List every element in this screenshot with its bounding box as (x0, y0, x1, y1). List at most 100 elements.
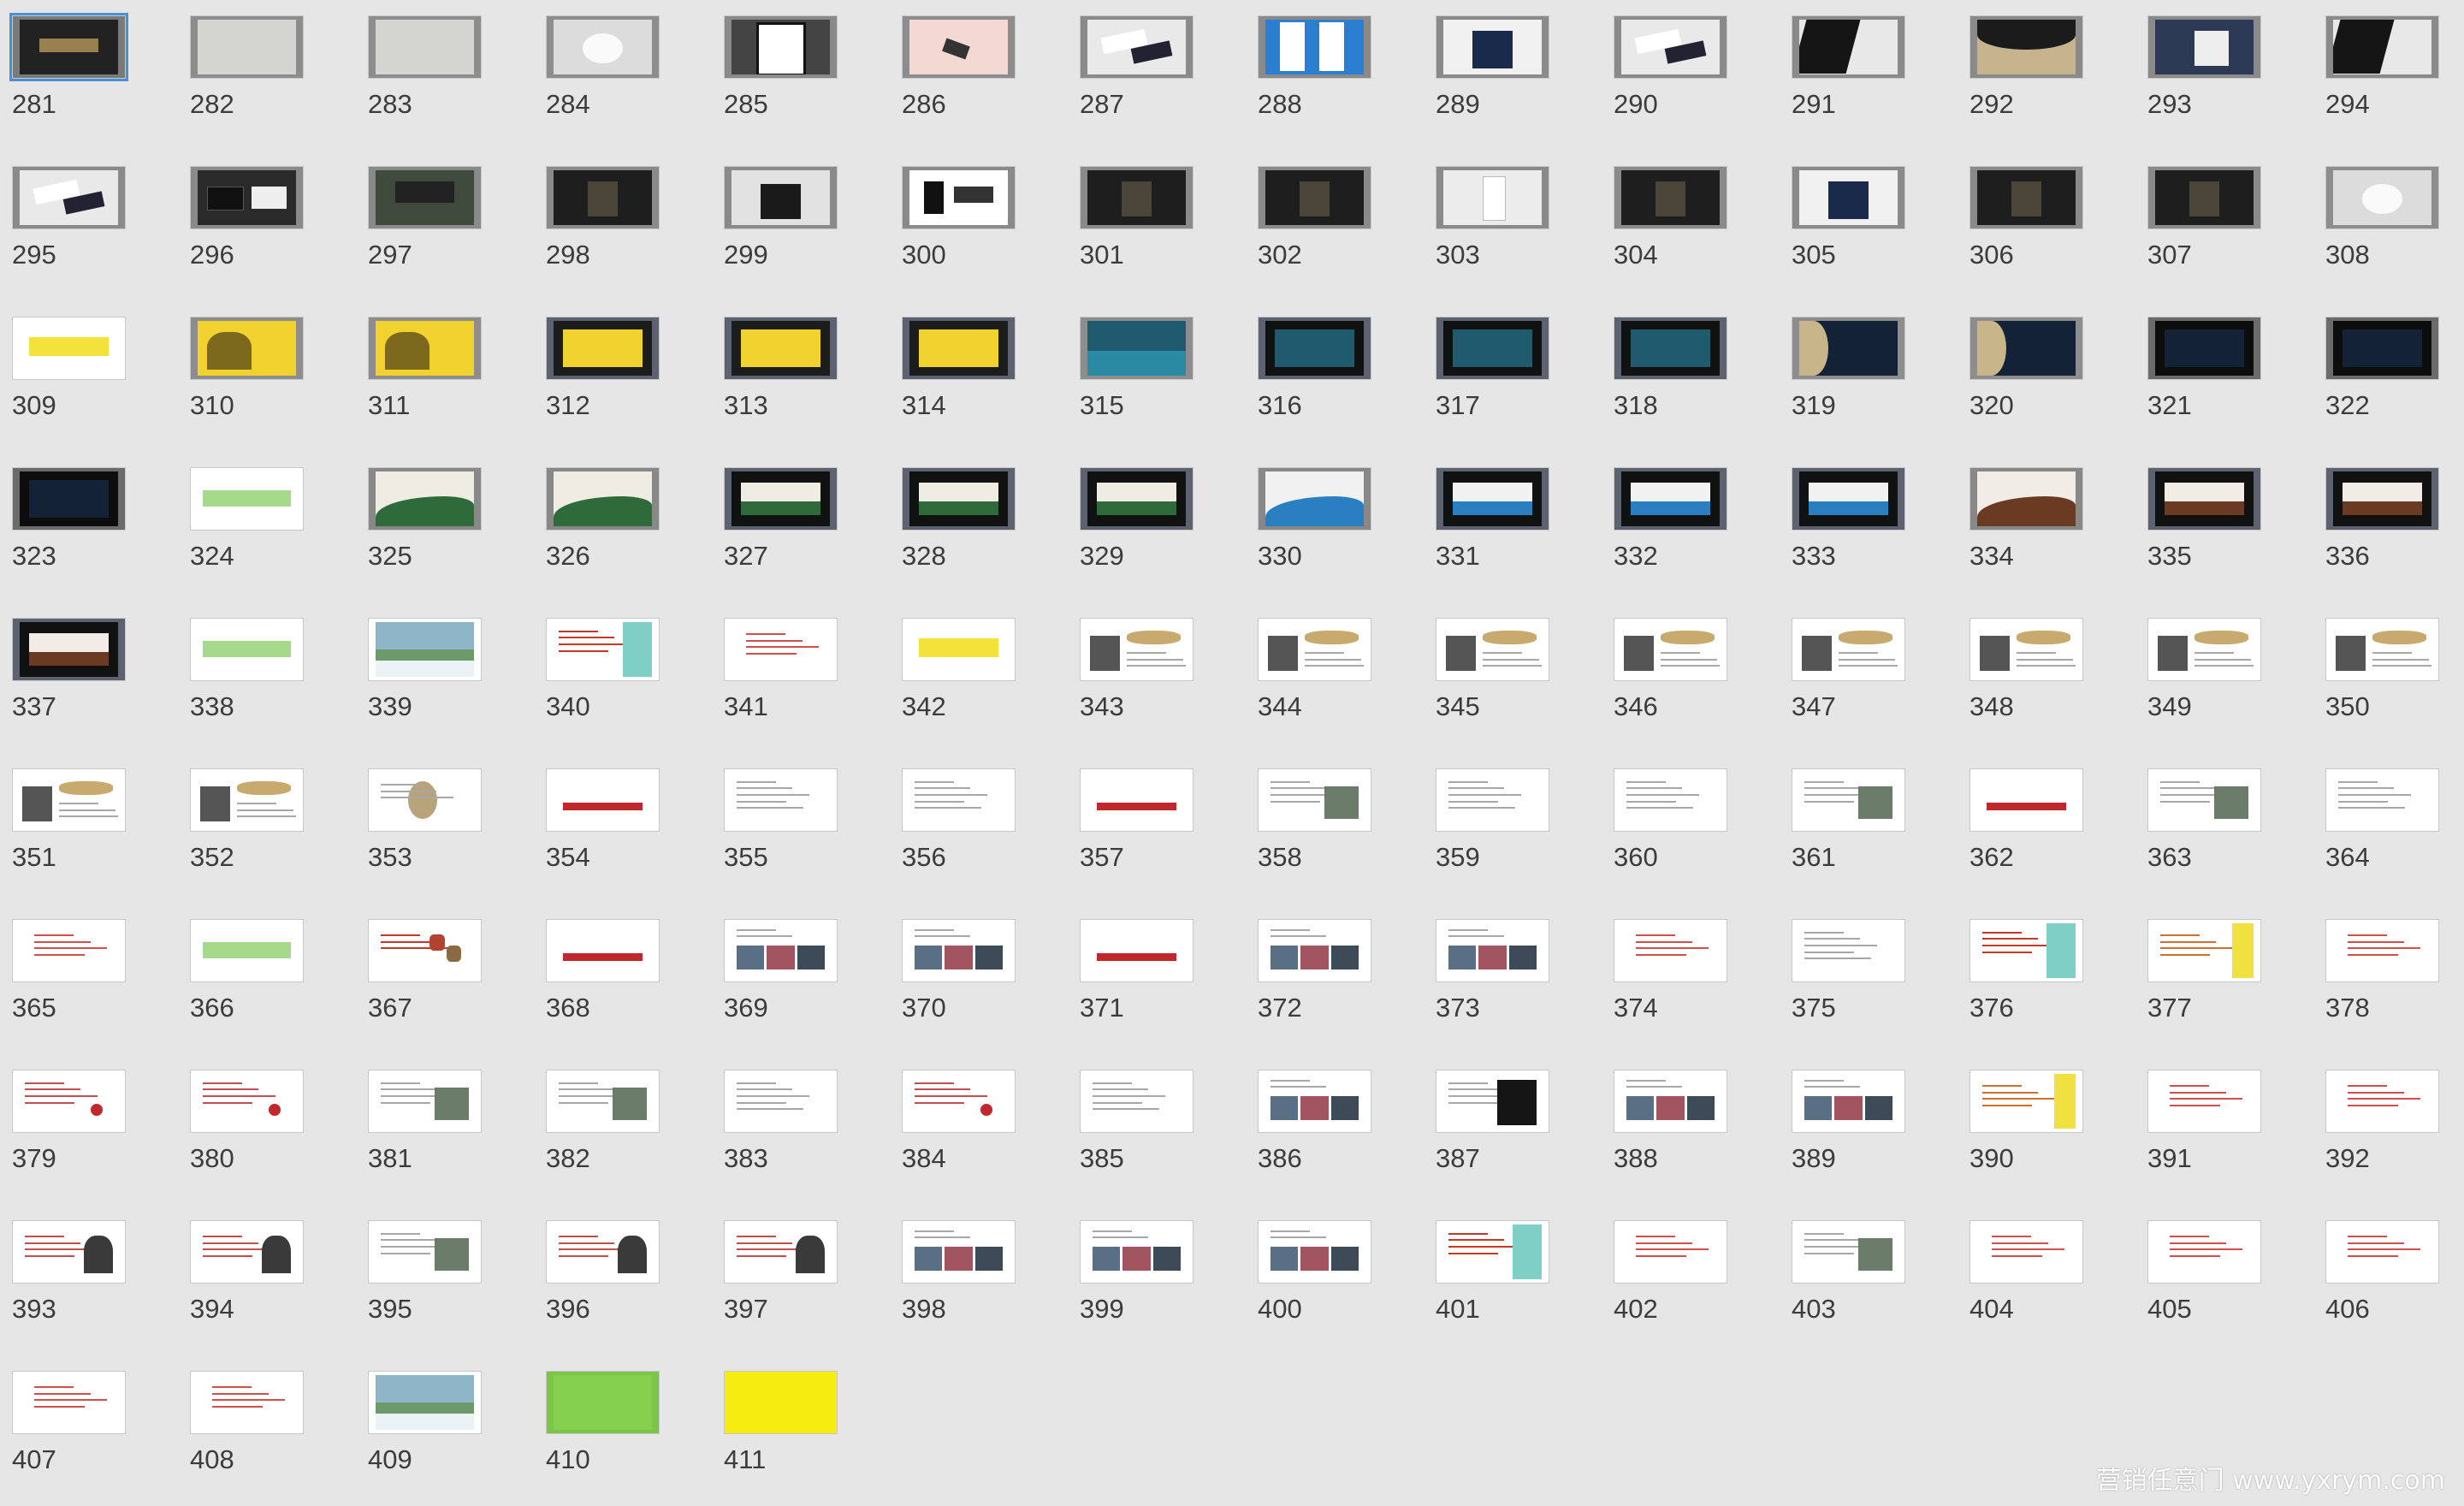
slide-thumbnail[interactable]: 372 (1246, 904, 1424, 1054)
slide-preview-image[interactable] (2325, 166, 2439, 229)
slide-preview-image[interactable] (1436, 618, 1549, 681)
slide-preview-image[interactable] (2325, 317, 2439, 380)
slide-preview-image[interactable] (1436, 1220, 1549, 1284)
slide-preview-image[interactable] (368, 467, 482, 531)
slide-preview-image[interactable] (1969, 1220, 2083, 1284)
slide-thumbnail[interactable]: 324 (178, 452, 356, 602)
slide-preview-image[interactable] (2325, 15, 2439, 79)
slide-thumbnail[interactable]: 332 (1602, 452, 1780, 602)
slide-preview-image[interactable] (902, 467, 1016, 531)
slide-thumbnail[interactable]: 288 (1246, 0, 1424, 151)
slide-thumbnail[interactable]: 338 (178, 602, 356, 753)
slide-thumbnail[interactable]: 396 (534, 1205, 712, 1355)
slide-preview-image[interactable] (190, 467, 304, 531)
slide-preview-image[interactable] (1792, 467, 1905, 531)
slide-thumbnail[interactable]: 366 (178, 904, 356, 1054)
slide-thumbnail[interactable]: 350 (2313, 602, 2464, 753)
slide-preview-image[interactable] (1258, 768, 1371, 832)
slide-thumbnail[interactable]: 402 (1602, 1205, 1780, 1355)
slide-thumbnail[interactable]: 303 (1424, 151, 1602, 301)
slide-thumbnail[interactable]: 343 (1068, 602, 1246, 753)
slide-preview-image[interactable] (724, 618, 838, 681)
slide-preview-image[interactable] (546, 1371, 660, 1434)
slide-thumbnail[interactable]: 297 (356, 151, 534, 301)
slide-thumbnail[interactable]: 404 (1958, 1205, 2135, 1355)
slide-thumbnail[interactable]: 378 (2313, 904, 2464, 1054)
slide-thumbnail[interactable]: 316 (1246, 301, 1424, 452)
slide-preview-image[interactable] (368, 1371, 482, 1434)
slide-thumbnail[interactable]: 348 (1958, 602, 2135, 753)
slide-preview-image[interactable] (2325, 919, 2439, 982)
slide-preview-image[interactable] (1614, 317, 1727, 380)
slide-preview-image[interactable] (190, 15, 304, 79)
slide-thumbnail[interactable]: 329 (1068, 452, 1246, 602)
slide-thumbnail[interactable]: 347 (1780, 602, 1958, 753)
slide-thumbnail[interactable]: 368 (534, 904, 712, 1054)
slide-preview-image[interactable] (1080, 1070, 1194, 1133)
slide-preview-image[interactable] (1792, 919, 1905, 982)
slide-preview-image[interactable] (902, 919, 1016, 982)
slide-preview-image[interactable] (368, 15, 482, 79)
slide-preview-image[interactable] (724, 919, 838, 982)
slide-thumbnail[interactable]: 330 (1246, 452, 1424, 602)
slide-preview-image[interactable] (902, 1070, 1016, 1133)
slide-thumbnail[interactable]: 398 (890, 1205, 1068, 1355)
slide-thumbnail[interactable]: 397 (712, 1205, 890, 1355)
slide-thumbnail[interactable]: 363 (2135, 753, 2313, 904)
slide-preview-image[interactable] (368, 166, 482, 229)
slide-preview-image[interactable] (1080, 467, 1194, 531)
slide-thumbnail[interactable]: 379 (0, 1054, 178, 1205)
slide-thumbnail[interactable]: 337 (0, 602, 178, 753)
slide-preview-image[interactable] (1258, 919, 1371, 982)
slide-preview-image[interactable] (1080, 618, 1194, 681)
slide-thumbnail[interactable]: 360 (1602, 753, 1780, 904)
slide-preview-image[interactable] (2147, 768, 2261, 832)
slide-preview-image[interactable] (1614, 166, 1727, 229)
slide-preview-image[interactable] (12, 1070, 126, 1133)
slide-preview-image[interactable] (1614, 467, 1727, 531)
slide-preview-image[interactable] (902, 317, 1016, 380)
slide-preview-image[interactable] (1258, 15, 1371, 79)
slide-thumbnail[interactable]: 315 (1068, 301, 1246, 452)
slide-preview-image[interactable] (1258, 467, 1371, 531)
slide-thumbnail[interactable]: 319 (1780, 301, 1958, 452)
slide-preview-image[interactable] (1080, 768, 1194, 832)
slide-preview-image[interactable] (2325, 1070, 2439, 1133)
slide-preview-image[interactable] (546, 15, 660, 79)
slide-preview-image[interactable] (724, 166, 838, 229)
slide-thumbnail[interactable]: 408 (178, 1355, 356, 1506)
slide-thumbnail[interactable]: 382 (534, 1054, 712, 1205)
slide-preview-image[interactable] (1258, 317, 1371, 380)
slide-thumbnail[interactable]: 369 (712, 904, 890, 1054)
slide-preview-image[interactable] (1969, 768, 2083, 832)
slide-preview-image[interactable] (1258, 1070, 1371, 1133)
slide-thumbnail[interactable]: 377 (2135, 904, 2313, 1054)
slide-thumbnail[interactable]: 353 (356, 753, 534, 904)
slide-preview-image[interactable] (1080, 317, 1194, 380)
slide-thumbnail[interactable]: 357 (1068, 753, 1246, 904)
slide-preview-image[interactable] (2147, 166, 2261, 229)
slide-preview-image[interactable] (1436, 317, 1549, 380)
slide-preview-image[interactable] (190, 1070, 304, 1133)
slide-preview-image[interactable] (2325, 618, 2439, 681)
slide-thumbnail[interactable]: 400 (1246, 1205, 1424, 1355)
slide-preview-image[interactable] (1080, 15, 1194, 79)
slide-preview-image[interactable] (1080, 1220, 1194, 1284)
slide-thumbnail[interactable]: 312 (534, 301, 712, 452)
slide-preview-image[interactable] (902, 166, 1016, 229)
slide-preview-image[interactable] (724, 317, 838, 380)
slide-preview-image[interactable] (2147, 467, 2261, 531)
slide-thumbnail[interactable]: 341 (712, 602, 890, 753)
slide-thumbnail[interactable]: 373 (1424, 904, 1602, 1054)
slide-preview-image[interactable] (1436, 919, 1549, 982)
slide-thumbnail[interactable]: 328 (890, 452, 1068, 602)
slide-thumbnail[interactable]: 383 (712, 1054, 890, 1205)
slide-preview-image[interactable] (1436, 15, 1549, 79)
slide-preview-image[interactable] (902, 768, 1016, 832)
slide-preview-image[interactable] (1792, 1220, 1905, 1284)
slide-preview-image[interactable] (12, 768, 126, 832)
slide-preview-image[interactable] (2147, 919, 2261, 982)
slide-preview-image[interactable] (546, 1220, 660, 1284)
slide-thumbnail[interactable]: 308 (2313, 151, 2464, 301)
slide-thumbnail[interactable]: 281 (0, 0, 178, 151)
